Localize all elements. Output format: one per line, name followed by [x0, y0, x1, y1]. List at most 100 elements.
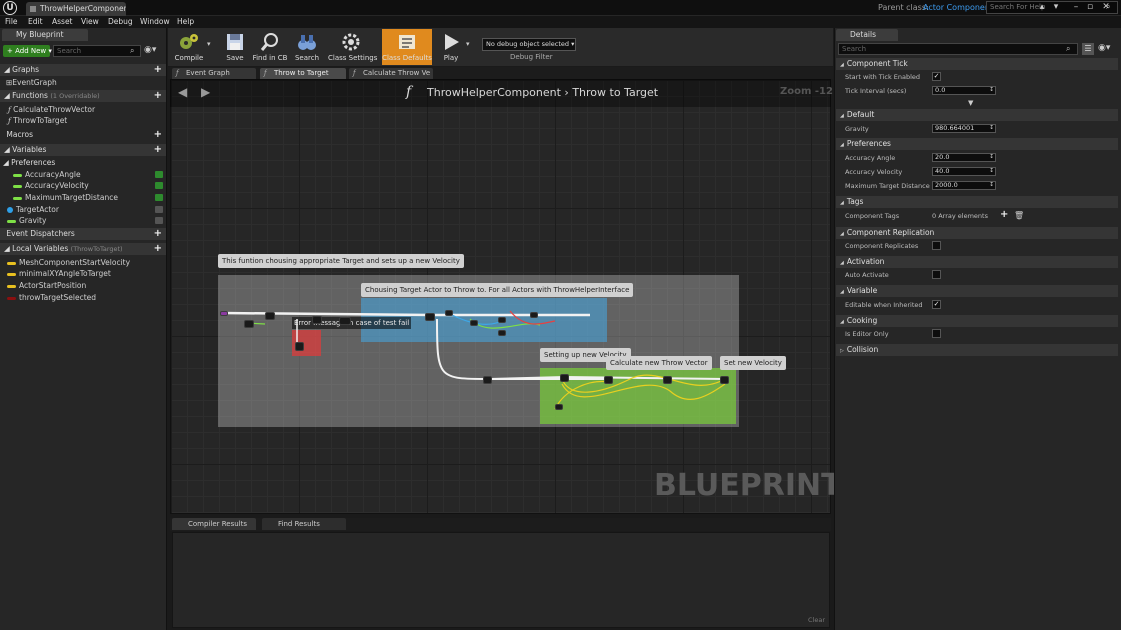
graph-node[interactable]	[560, 374, 569, 382]
graph-node[interactable]	[498, 317, 506, 323]
add-event-dispatcher-icon[interactable]: +	[154, 228, 162, 240]
function-item-calculatethrowvector[interactable]: ƒ CalculateThrowVector	[0, 104, 166, 115]
category-variable[interactable]: Variable	[836, 285, 1118, 297]
menu-edit[interactable]: Edit	[28, 17, 43, 26]
variable-visibility-eye-icon[interactable]	[155, 206, 163, 213]
compile-options-chevron-down-icon[interactable]: ▾	[207, 40, 211, 48]
menu-help[interactable]: Help	[177, 17, 194, 26]
tab-find-results[interactable]: Find Results	[262, 518, 346, 530]
branch-node[interactable]	[483, 376, 492, 384]
category-cooking[interactable]: Cooking	[836, 315, 1118, 327]
function-item-throwtotarget[interactable]: ƒ ThrowToTarget	[0, 115, 166, 126]
my-blueprint-tab[interactable]: My Blueprint	[2, 29, 88, 41]
graph-node[interactable]	[555, 404, 563, 410]
gravity-field[interactable]: 980.664001	[932, 124, 996, 133]
blueprint-search-input[interactable]: Search	[53, 45, 141, 57]
variable-visibility-eye-icon[interactable]	[155, 171, 163, 178]
section-event-dispatchers[interactable]: Event Dispatchers +	[0, 228, 166, 240]
for-each-loop-node[interactable]	[425, 313, 435, 321]
tab-calculate-throw-vector[interactable]: Calculate Throw Ve	[349, 68, 433, 79]
accuracy-velocity-field[interactable]: 40.0	[932, 167, 996, 176]
tab-throw-to-target[interactable]: Throw to Target	[260, 68, 346, 79]
variable-item[interactable]: AccuracyAngle	[0, 169, 166, 180]
tab-compiler-results[interactable]: Compiler Results	[172, 518, 256, 530]
is-editor-only-checkbox[interactable]	[932, 329, 941, 338]
play-options-chevron-down-icon[interactable]: ▾	[466, 40, 470, 48]
variable-item[interactable]: TargetActor	[0, 204, 166, 215]
variable-item[interactable]: Gravity	[0, 215, 166, 226]
menu-debug[interactable]: Debug	[108, 17, 133, 26]
view-options-eye-icon[interactable]: ◉▾	[144, 45, 156, 55]
category-collision[interactable]: Collision	[836, 344, 1118, 356]
graph-node[interactable]	[663, 376, 672, 384]
menu-asset[interactable]: Asset	[52, 17, 73, 26]
add-function-icon[interactable]: +	[154, 90, 162, 102]
category-default[interactable]: Default	[836, 109, 1118, 121]
restore-icon[interactable]: ▫	[1084, 2, 1096, 13]
auto-activate-checkbox[interactable]	[932, 270, 941, 279]
add-element-plus-icon[interactable]: +	[1000, 209, 1008, 220]
graph-node[interactable]	[530, 312, 538, 318]
find-in-content-browser-button[interactable]: Find in CB	[252, 29, 288, 65]
variable-visibility-eye-icon[interactable]	[155, 182, 163, 189]
search-button[interactable]: Search	[292, 29, 322, 65]
empty-array-trash-icon[interactable]: 🗑	[1014, 211, 1024, 220]
accuracy-angle-field[interactable]: 20.0	[932, 153, 996, 162]
graph-node[interactable]	[244, 320, 254, 328]
calculate-throw-vector-node[interactable]	[604, 376, 613, 384]
category-activation[interactable]: Activation	[836, 256, 1118, 268]
component-replicates-checkbox[interactable]	[932, 241, 941, 250]
editable-when-inherited-checkbox[interactable]: ✓	[932, 300, 941, 309]
variable-group-preferences[interactable]: ◢ Preferences	[0, 157, 166, 168]
category-component-replication[interactable]: Component Replication	[836, 227, 1118, 239]
category-tags[interactable]: Tags	[836, 196, 1118, 208]
category-preferences[interactable]: Preferences	[836, 138, 1118, 150]
variable-visibility-eye-icon[interactable]	[155, 194, 163, 201]
play-button[interactable]: Play	[438, 29, 464, 65]
local-variable-item[interactable]: MeshComponentStartVelocity	[0, 257, 166, 268]
notification-icon[interactable]: ▴	[1036, 2, 1048, 13]
variable-item[interactable]: AccuracyVelocity	[0, 180, 166, 191]
local-variable-item[interactable]: ActorStartPosition	[0, 280, 166, 291]
details-search-input[interactable]: Search	[838, 43, 1078, 55]
add-macro-icon[interactable]: +	[154, 129, 162, 141]
tab-event-graph[interactable]: Event Graph	[172, 68, 256, 79]
graph-node[interactable]	[498, 330, 506, 336]
menu-file[interactable]: File	[5, 17, 18, 26]
graph-node[interactable]	[470, 320, 478, 326]
debug-object-select[interactable]: No debug object selected ▾	[482, 38, 576, 51]
section-macros[interactable]: Macros +	[0, 129, 166, 141]
document-tab[interactable]: ThrowHelperComponent	[26, 2, 126, 16]
local-variable-item[interactable]: minimalXYAngleToTarget	[0, 268, 166, 279]
section-local-variables[interactable]: ◢ Local Variables (ThrowToTarget) +	[0, 243, 166, 255]
menu-window[interactable]: Window	[140, 17, 170, 26]
save-button[interactable]: Save	[222, 29, 248, 65]
function-entry-node[interactable]	[220, 311, 228, 316]
add-variable-icon[interactable]: +	[154, 144, 162, 156]
close-icon[interactable]: ✕	[1100, 2, 1112, 13]
graph-item-eventgraph[interactable]: ⊞EventGraph	[0, 77, 166, 88]
start-with-tick-checkbox[interactable]: ✓	[932, 72, 941, 81]
unreal-logo-icon[interactable]: U	[3, 1, 17, 15]
print-string-node[interactable]	[295, 342, 304, 351]
add-graph-icon[interactable]: +	[154, 64, 162, 76]
graph-node[interactable]	[265, 312, 275, 320]
source-control-icon[interactable]: ▾	[1050, 2, 1062, 13]
compile-button[interactable]: Compile	[171, 29, 207, 65]
add-local-variable-icon[interactable]: +	[154, 243, 162, 255]
property-matrix-icon[interactable]: ☰	[1082, 43, 1094, 55]
set-velocity-node[interactable]	[720, 376, 729, 384]
section-variables[interactable]: ◢ Variables +	[0, 144, 166, 156]
section-functions[interactable]: ◢ Functions (1 Overridable) +	[0, 90, 166, 102]
minimize-icon[interactable]: –	[1070, 2, 1082, 13]
category-component-tick[interactable]: Component Tick	[836, 58, 1118, 70]
parent-class-link[interactable]: Actor Component	[923, 3, 993, 12]
details-tab[interactable]: Details	[836, 29, 898, 41]
view-options-eye-icon[interactable]: ◉▾	[1098, 43, 1110, 53]
graph-node[interactable]	[339, 317, 351, 325]
graph-node[interactable]	[445, 310, 453, 316]
clear-button[interactable]: Clear	[808, 616, 825, 624]
max-target-distance-field[interactable]: 2000.0	[932, 181, 996, 190]
variable-visibility-eye-icon[interactable]	[155, 217, 163, 224]
class-defaults-button[interactable]: Class Defaults	[382, 29, 432, 65]
